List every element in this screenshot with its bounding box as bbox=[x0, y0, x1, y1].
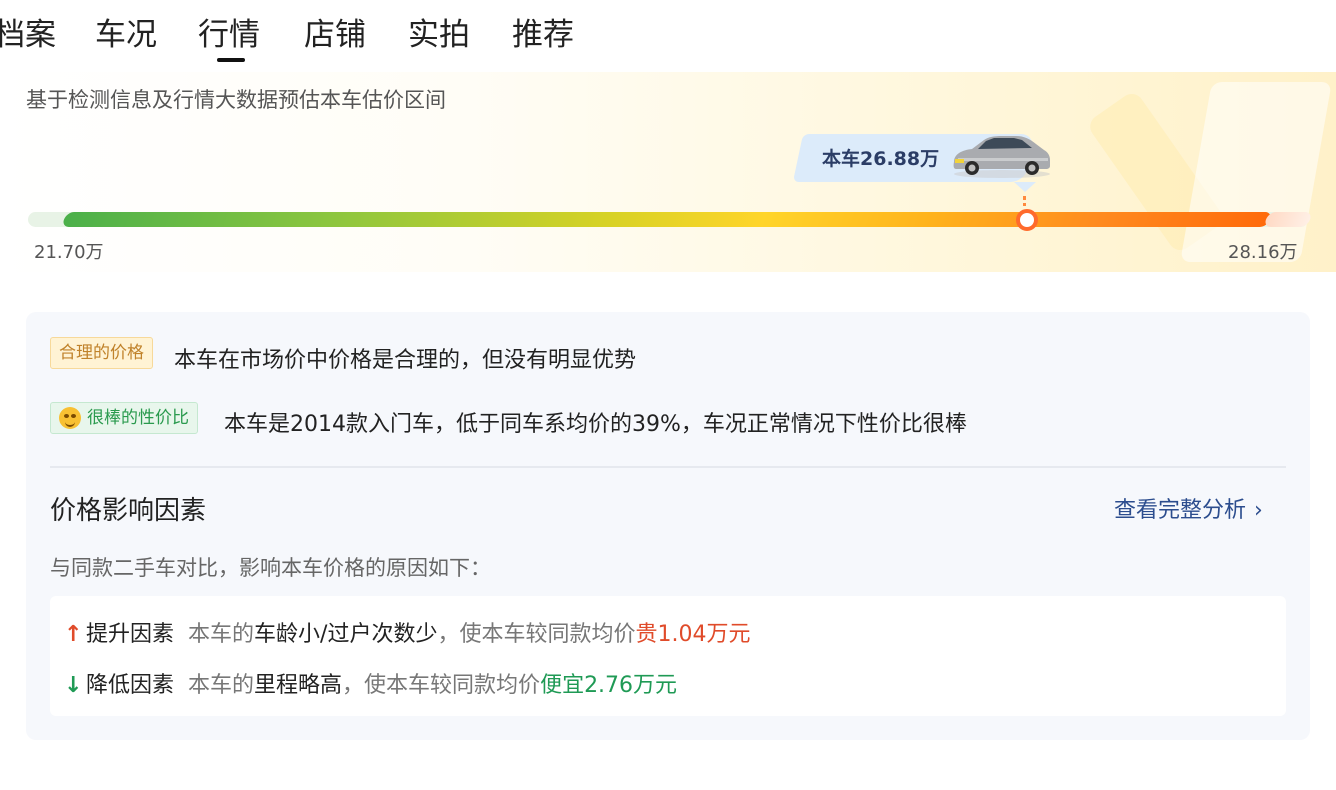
factor-decrease-amount: 便宜2.76万元 bbox=[540, 673, 678, 698]
tab-active-underline bbox=[217, 58, 245, 62]
tab-label: 推荐 bbox=[512, 17, 574, 53]
factor-decrease-label: 降低因素 bbox=[86, 673, 175, 698]
factor-increase-label: 提升因素 bbox=[86, 622, 175, 647]
tab-label: 实拍 bbox=[408, 17, 470, 53]
current-price-marker bbox=[1016, 209, 1038, 231]
factor-increase-row: ↑ 提升因素 本车的车龄小/过户次数少，使本车较同款均价贵1.04万元 bbox=[64, 616, 750, 648]
bubble-pointer bbox=[1014, 182, 1036, 192]
reasonable-price-text: 本车在市场价中价格是合理的，但没有明显优势 bbox=[174, 348, 637, 373]
value-for-money-text: 本车是2014款入门车，低于同车系均价的39%，车况正常情况下性价比很棒 bbox=[224, 412, 967, 437]
factors-intro: 与同款二手车对比，影响本车价格的原因如下： bbox=[50, 556, 491, 580]
value-for-money-badge: 很棒的性价比 bbox=[50, 402, 198, 434]
background-decoration bbox=[1180, 82, 1332, 262]
tab-condition[interactable]: 车况 bbox=[95, 12, 198, 68]
tab-market[interactable]: 行情 bbox=[198, 12, 304, 68]
range-high-value: 28.16万 bbox=[1228, 242, 1298, 263]
tab-archive[interactable]: 档案 bbox=[0, 12, 95, 68]
tab-photos[interactable]: 实拍 bbox=[408, 12, 512, 68]
tab-label: 店铺 bbox=[304, 17, 366, 53]
car-icon bbox=[953, 136, 1050, 178]
factors-list: ↑ 提升因素 本车的车龄小/过户次数少，使本车较同款均价贵1.04万元 ↓ 降低因素本… bbox=[50, 596, 1286, 716]
divider bbox=[50, 466, 1286, 468]
reasonable-price-badge: 合理的价格 bbox=[50, 337, 153, 369]
factor-decrease-reason: 里程略高 bbox=[254, 673, 343, 698]
price-estimate-panel: 基于检测信息及行情大数据预估本车估价区间 本车26.88万 21.70万 28.… bbox=[0, 72, 1336, 272]
tab-label: 行情 bbox=[198, 17, 260, 53]
price-analysis-card: 合理的价格 本车在市场价中价格是合理的，但没有明显优势 很棒的性价比 本车是20… bbox=[26, 312, 1310, 740]
range-low-value: 21.70万 bbox=[34, 242, 104, 263]
view-full-analysis-link[interactable]: 查看完整分析 › bbox=[1114, 492, 1263, 524]
arrow-up-icon: ↑ bbox=[64, 622, 83, 647]
section-tabs: 档案 车况 行情 店铺 实拍 推荐 bbox=[0, 12, 612, 68]
factor-increase-amount: 贵1.04万元 bbox=[635, 622, 751, 647]
factor-prefix: 本车的 bbox=[188, 673, 255, 698]
arrow-down-icon: ↓ bbox=[64, 673, 83, 698]
view-full-analysis-label: 查看完整分析 bbox=[1114, 498, 1247, 523]
factor-increase-reason: 车龄小/过户次数少 bbox=[254, 622, 438, 647]
factors-title: 价格影响因素 bbox=[50, 496, 207, 526]
smile-emoji-icon bbox=[59, 407, 81, 429]
tab-store[interactable]: 店铺 bbox=[304, 12, 408, 68]
tab-label: 车况 bbox=[95, 17, 157, 53]
factor-decrease-row: ↓ 降低因素 本车的里程略高，使本车较同款均价便宜2.76万元 bbox=[64, 667, 677, 699]
factor-middle: ，使本车较同款均价 bbox=[342, 673, 541, 698]
value-badge-label: 很棒的性价比 bbox=[87, 408, 189, 428]
estimate-subtitle: 基于检测信息及行情大数据预估本车估价区间 bbox=[26, 88, 446, 112]
tab-label: 档案 bbox=[0, 17, 56, 53]
factor-middle: ，使本车较同款均价 bbox=[437, 622, 636, 647]
factor-prefix: 本车的 bbox=[188, 622, 255, 647]
chevron-right-icon: › bbox=[1254, 498, 1263, 523]
price-range-bar bbox=[61, 212, 1273, 227]
price-range-bar-end bbox=[1263, 212, 1313, 227]
tab-recommend[interactable]: 推荐 bbox=[512, 12, 612, 68]
current-price-label: 本车26.88万 bbox=[822, 148, 940, 170]
